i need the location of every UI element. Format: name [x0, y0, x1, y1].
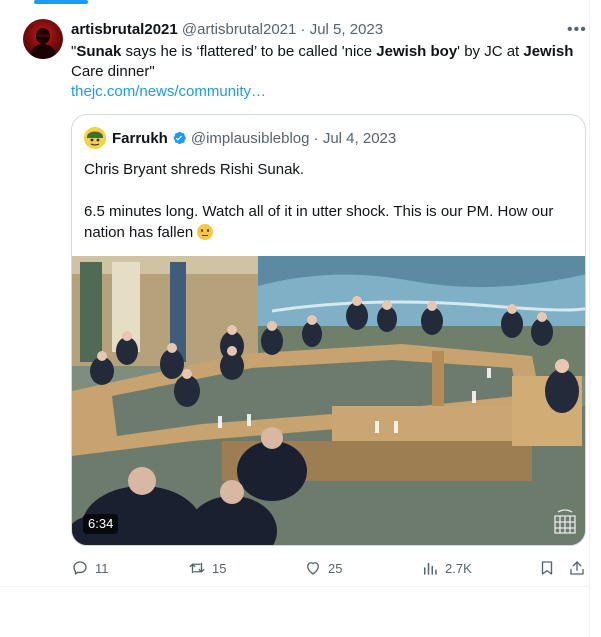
confused-face-emoji [197, 224, 214, 240]
avatar[interactable] [23, 19, 63, 59]
bookmark-icon [541, 561, 553, 575]
heart-icon [307, 562, 319, 575]
repost-count: 15 [212, 560, 227, 576]
repost-icon [189, 562, 205, 574]
quote-text-line-2: 6.5 minutes long. Watch all of it in utt… [84, 203, 554, 241]
portcullis-icon [554, 509, 576, 534]
quote-text-line-1: Chris Bryant shreds Rishi Sunak. [84, 161, 305, 178]
ellipsis-icon: ••• [567, 21, 587, 38]
quote-date[interactable]: Jul 4, 2023 [323, 130, 396, 147]
verified-badge-icon [173, 131, 186, 145]
bookmark-button[interactable] [538, 558, 556, 578]
like-count: 25 [328, 560, 343, 576]
quote-avatar-face-icon [84, 127, 106, 149]
like-button[interactable]: 25 [304, 558, 342, 578]
share-icon [570, 561, 584, 575]
video-thumbnail [72, 256, 585, 545]
tweet-text-bold-segment: Jewish [523, 43, 574, 60]
reply-button[interactable]: 11 [71, 558, 109, 578]
repost-button[interactable]: 15 [188, 558, 226, 578]
more-options-button[interactable]: ••• [567, 20, 587, 40]
tweet-text-segment: says he is ‘flattered’ to be called 'nic… [121, 43, 377, 60]
views-button[interactable]: 2.7K [421, 558, 472, 578]
tweet-text-segment: ' by JC at [457, 43, 524, 60]
quote-display-name[interactable]: Farrukh [112, 130, 168, 147]
tweet-text-segment: Care dinner" [71, 63, 155, 80]
quote-header: Farrukh @implausibleblog · Jul 4, 2023 [112, 129, 396, 148]
share-button[interactable] [568, 558, 586, 578]
view-count: 2.7K [445, 560, 472, 576]
quote-text: Chris Bryant shreds Rishi Sunak. 6.5 min… [84, 159, 574, 243]
tweet-date[interactable]: Jul 5, 2023 [310, 21, 383, 38]
avatar-figure-icon [29, 28, 57, 59]
video-player[interactable]: 6:34 [72, 256, 585, 545]
handle[interactable]: @artisbrutal2021 [182, 21, 296, 38]
active-tab-indicator [34, 0, 88, 4]
column-divider [589, 0, 590, 637]
reply-icon [73, 561, 87, 575]
tweet-text-bold-segment: Jewish boy [376, 43, 458, 60]
analytics-icon [424, 562, 437, 575]
article-link[interactable]: thejc.com/news/community… [71, 82, 266, 102]
tweet[interactable]: artisbrutal2021 @artisbrutal2021 · Jul 5… [0, 6, 589, 587]
quote-handle[interactable]: @implausibleblog [191, 130, 310, 147]
tweet-actions: 11 15 25 2.7K [71, 558, 586, 578]
separator-dot: · [300, 21, 306, 38]
quote-separator-dot: · [313, 130, 319, 147]
display-name[interactable]: artisbrutal2021 [71, 21, 178, 38]
reply-count: 11 [95, 560, 109, 576]
next-tweet-area [0, 587, 589, 637]
tweet-header: artisbrutal2021 @artisbrutal2021 · Jul 5… [71, 20, 383, 40]
quoted-tweet[interactable]: Farrukh @implausibleblog · Jul 4, 2023 C… [71, 114, 586, 546]
video-duration-badge: 6:34 [83, 514, 119, 534]
tweet-text-bold-segment: Sunak [76, 43, 122, 60]
tweet-text: "Sunak says he is ‘flattered’ to be call… [71, 42, 586, 82]
quote-avatar[interactable] [84, 127, 106, 149]
